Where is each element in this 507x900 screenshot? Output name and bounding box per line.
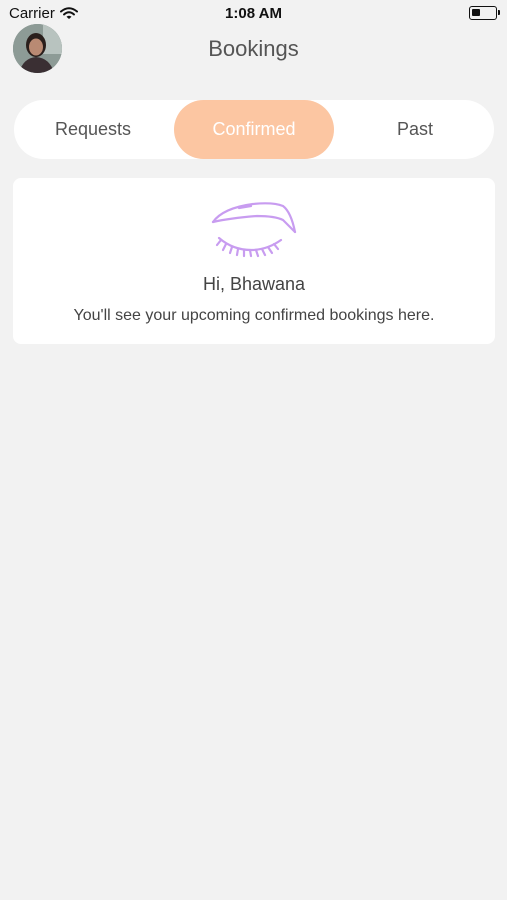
status-time: 1:08 AM [225, 5, 282, 22]
greeting-text: Hi, Bhawana [202, 274, 306, 294]
bookings-tab-bar: Requests Confirmed Past [14, 100, 494, 159]
tab-confirmed[interactable]: Confirmed [174, 100, 334, 159]
page-title: Bookings [208, 36, 299, 61]
closed-eye-lash-icon [211, 202, 297, 258]
battery-fill [472, 9, 480, 16]
tab-requests[interactable]: Requests [14, 100, 172, 159]
empty-state-card: Hi, Bhawana You'll see your upcoming con… [13, 178, 495, 344]
status-bar: Carrier 1:08 AM [0, 0, 507, 28]
empty-state-message: You'll see your upcoming confirmed booki… [73, 307, 435, 324]
tab-past[interactable]: Past [336, 100, 494, 159]
battery-icon [469, 6, 500, 20]
header: Bookings [0, 24, 507, 73]
